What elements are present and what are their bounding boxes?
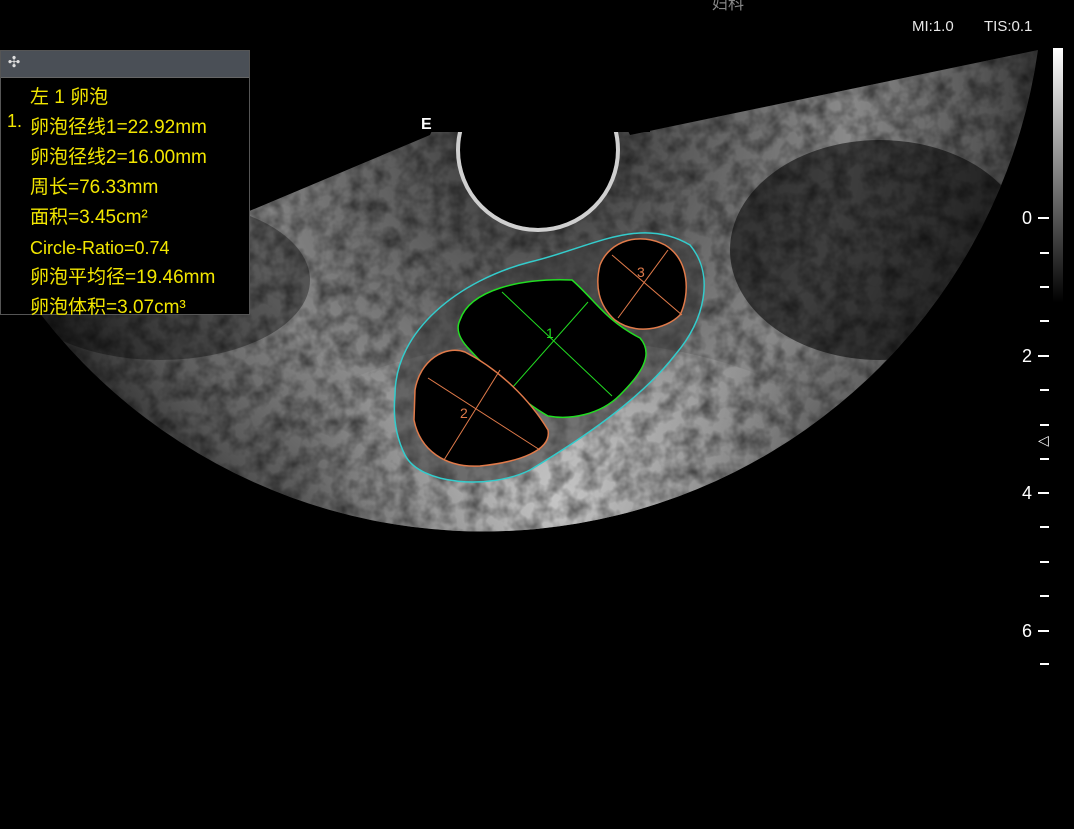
depth-label-4: 4 — [1022, 483, 1033, 503]
measurement-diameter-2: 卵泡径线2=16.00mm — [30, 147, 207, 168]
grayscale-bar — [1053, 48, 1063, 303]
depth-tick — [1038, 217, 1049, 219]
move-icon[interactable]: ✣ — [6, 55, 22, 71]
exam-preset-title: 妇科 — [712, 0, 745, 13]
probe-orientation-marker: E — [421, 116, 432, 133]
follicle-3-outline[interactable] — [597, 238, 687, 330]
focus-marker-icon[interactable]: ◁ — [1038, 432, 1049, 449]
measurement-index: 1. — [7, 111, 23, 131]
depth-tick — [1040, 320, 1049, 322]
measurement-panel[interactable]: ✣ 1. 左 1 卵泡 卵泡径线1=22.92mm 卵泡径线2=16.00mm … — [0, 50, 250, 318]
thermal-index: TIS:0.1 — [984, 18, 1033, 35]
measurement-perimeter: 周长=76.33mm — [30, 177, 159, 198]
depth-tick — [1038, 630, 1049, 632]
depth-tick — [1038, 355, 1049, 357]
follicle-3-label: 3 — [637, 264, 645, 280]
depth-tick — [1040, 389, 1049, 391]
depth-tick — [1040, 458, 1049, 460]
measurement-mean-diameter: 卵泡平均径=19.46mm — [30, 267, 216, 288]
measurement-diameter-1: 卵泡径线1=22.92mm — [30, 117, 207, 138]
measurement-panel-header[interactable]: ✣ — [1, 51, 249, 78]
mechanical-index: MI:1.0 — [912, 18, 954, 35]
measurement-title: 左 1 卵泡 — [30, 87, 109, 108]
measurement-volume: 卵泡体积=3.07cm³ — [30, 297, 186, 318]
depth-tick — [1040, 663, 1049, 665]
depth-label-2: 2 — [1022, 346, 1033, 366]
measurement-circle-ratio: Circle-Ratio=0.74 — [30, 238, 170, 258]
depth-tick — [1040, 252, 1049, 254]
depth-tick — [1040, 595, 1049, 597]
follicle-1-label: 1 — [546, 325, 554, 341]
depth-tick — [1040, 561, 1049, 563]
depth-label-6: 6 — [1022, 621, 1033, 641]
follicle-2-label: 2 — [460, 405, 468, 421]
depth-tick — [1040, 526, 1049, 528]
depth-tick — [1040, 424, 1049, 426]
depth-tick — [1040, 286, 1049, 288]
depth-label-0: 0 — [1022, 208, 1033, 228]
depth-tick — [1038, 492, 1049, 494]
measurement-area: 面积=3.45cm² — [30, 207, 148, 228]
measurement-list: 左 1 卵泡 卵泡径线1=22.92mm 卵泡径线2=16.00mm 周长=76… — [30, 83, 215, 323]
